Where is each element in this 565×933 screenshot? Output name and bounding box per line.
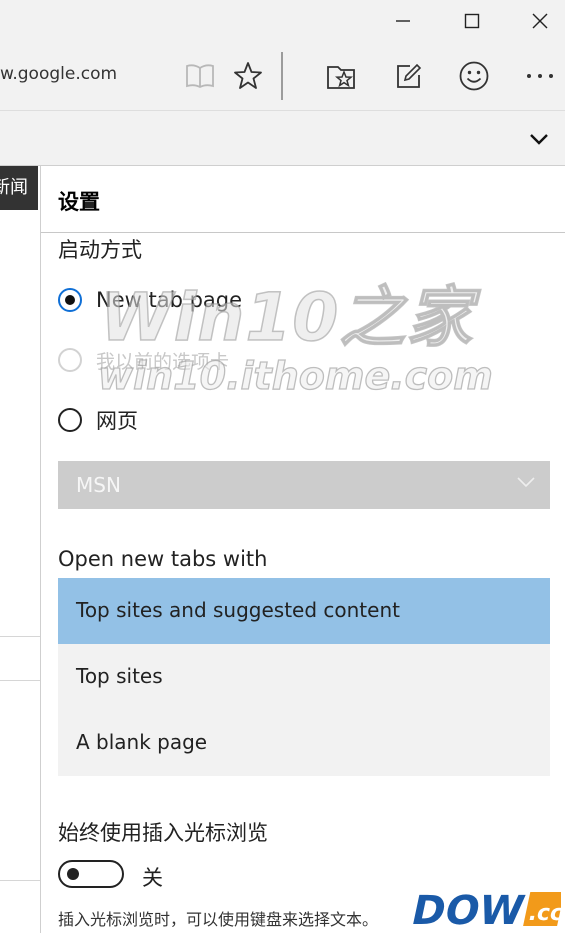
more-button[interactable]	[520, 56, 560, 96]
expand-button[interactable]	[528, 131, 550, 151]
minimize-icon	[396, 20, 410, 22]
new-tabs-label: Open new tabs with	[58, 547, 268, 571]
select-value: MSN	[76, 473, 121, 497]
new-tabs-option-top-sites[interactable]: Top sites	[58, 644, 550, 710]
header-divider	[41, 232, 565, 233]
new-tabs-option-blank-page[interactable]: A blank page	[58, 710, 550, 776]
watermark-title: Win10之家	[99, 278, 474, 357]
address-bar: w.google.com	[0, 42, 565, 111]
web-note-button[interactable]	[388, 56, 428, 96]
feedback-button[interactable]	[454, 56, 494, 96]
down-cc-logo: DOWN .cc	[406, 885, 561, 930]
radio-checked-icon	[58, 288, 82, 312]
new-tabs-list: Top sites and suggested content Top site…	[58, 578, 550, 776]
close-icon	[532, 13, 548, 29]
caret-browsing-label: 始终使用插入光标浏览	[58, 821, 268, 845]
startup-web-page-radio[interactable]: 网页	[58, 404, 138, 436]
page-divider	[0, 680, 40, 681]
new-tabs-option-top-sites-suggested[interactable]: Top sites and suggested content	[58, 578, 550, 644]
address-url[interactable]: w.google.com	[0, 64, 117, 84]
maximize-button[interactable]	[449, 0, 495, 42]
reading-view-icon	[186, 64, 214, 89]
radio-unchecked-icon	[58, 408, 82, 432]
news-tab[interactable]: 新闻	[0, 166, 38, 210]
caret-browsing-description: 插入光标浏览时，可以使用键盘来选择文本。	[58, 910, 379, 929]
option-label: A blank page	[76, 730, 208, 754]
close-button[interactable]	[517, 0, 563, 42]
toolbar-separator	[281, 52, 283, 100]
start-page-select: MSN	[58, 461, 550, 509]
caret-browsing-toggle[interactable]	[58, 860, 124, 888]
toggle-knob	[67, 868, 79, 880]
radio-label: 网页	[96, 409, 138, 433]
chevron-down-icon	[530, 134, 548, 145]
chevron-down-icon	[517, 477, 535, 488]
option-label: Top sites	[76, 664, 163, 688]
reading-view-button[interactable]	[180, 56, 220, 96]
more-icon	[527, 74, 553, 78]
favorite-button[interactable]	[228, 56, 268, 96]
favorite-star-icon	[234, 62, 262, 89]
hub-icon	[327, 66, 355, 89]
web-page-area: 新闻	[0, 166, 41, 933]
feedback-smiley-icon	[459, 61, 489, 91]
web-note-icon	[397, 63, 422, 88]
option-label: Top sites and suggested content	[76, 598, 400, 622]
svg-text:.cc: .cc	[526, 900, 561, 926]
watermark-url: win10.ithome.com	[97, 353, 493, 398]
radio-disabled-icon	[58, 348, 82, 372]
startup-label: 启动方式	[58, 238, 142, 262]
caret-browsing-state: 关	[142, 866, 163, 890]
page-divider	[0, 880, 40, 881]
settings-title: 设置	[58, 190, 100, 214]
title-bar	[0, 0, 565, 42]
favorites-bar	[0, 111, 565, 166]
maximize-icon	[464, 13, 480, 29]
hub-button[interactable]	[321, 56, 361, 96]
page-divider	[0, 636, 40, 637]
minimize-button[interactable]	[380, 0, 426, 42]
